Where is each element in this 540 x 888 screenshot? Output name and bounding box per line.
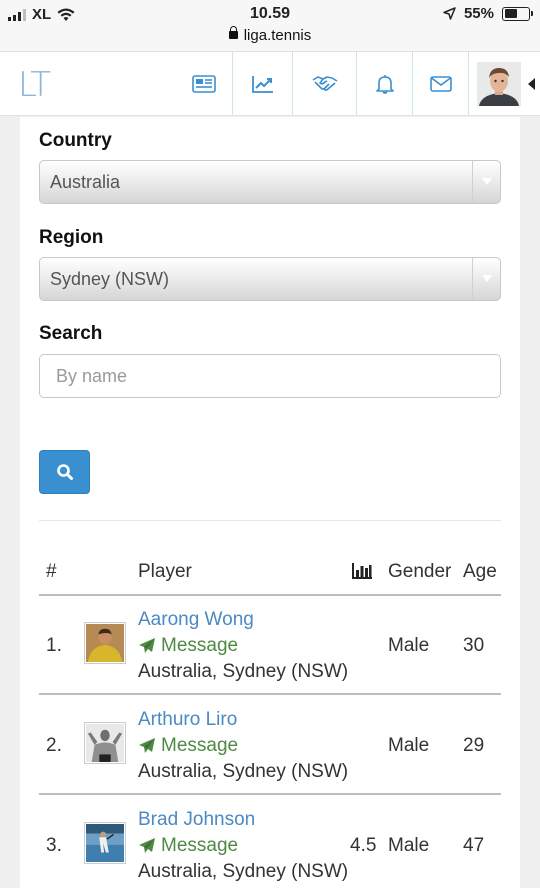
paper-plane-icon — [139, 838, 155, 853]
paper-plane-icon — [139, 738, 155, 753]
gender-cell: Male — [388, 735, 430, 756]
age-cell: 47 — [463, 835, 485, 856]
player-name-link[interactable]: Aarong Wong — [138, 609, 254, 631]
user-menu-button[interactable] — [468, 52, 528, 116]
country-value: Australia — [50, 172, 121, 192]
player-photo[interactable] — [84, 722, 126, 764]
bar-chart-icon — [352, 563, 372, 579]
nav-matches-button[interactable] — [292, 52, 356, 116]
bell-icon — [375, 75, 394, 94]
gender-cell: Male — [388, 835, 430, 856]
message-link[interactable]: Message — [138, 835, 238, 857]
age-cell: 30 — [463, 635, 485, 656]
players-card: Country Australia Region Sydney (NSW) Se… — [20, 117, 520, 888]
url-text: liga.tennis — [243, 27, 312, 44]
region-value: Sydney (NSW) — [50, 269, 170, 289]
divider — [39, 520, 501, 521]
col-player-header[interactable]: Player — [138, 561, 192, 583]
row-divider — [39, 793, 501, 795]
search-input[interactable] — [39, 354, 501, 398]
lock-icon — [228, 26, 238, 39]
nav-messages-button[interactable] — [412, 52, 468, 116]
nav-notifications-button[interactable] — [356, 52, 412, 116]
table-header-line — [39, 594, 501, 596]
message-label: Message — [161, 635, 239, 656]
col-age-header[interactable]: Age — [463, 561, 497, 583]
paper-plane-icon — [139, 638, 155, 653]
row-divider — [39, 693, 501, 695]
message-link[interactable]: Message — [138, 635, 238, 657]
app-nav: LT — [0, 52, 540, 116]
location-text: Australia, Sydney (NSW) — [138, 861, 349, 882]
country-select[interactable]: Australia — [39, 160, 501, 204]
nav-stats-button[interactable] — [232, 52, 292, 116]
logo[interactable]: LT — [18, 65, 51, 105]
caret-left-icon[interactable] — [528, 78, 535, 90]
envelope-icon — [429, 76, 452, 92]
status-right: 55% — [443, 5, 533, 22]
country-label: Country — [39, 130, 112, 151]
chevron-down-icon — [472, 258, 500, 300]
location-arrow-icon — [443, 7, 456, 20]
newspaper-icon — [191, 75, 216, 93]
player-name-link[interactable]: Brad Johnson — [138, 809, 255, 831]
battery-icon — [502, 6, 533, 21]
status-bar: XL 10.59 liga.tennis 55% — [0, 0, 540, 52]
search-button[interactable] — [39, 450, 90, 494]
nav-news-button[interactable] — [175, 52, 232, 116]
col-rating-header[interactable] — [352, 563, 373, 585]
rank-cell: 1. — [46, 635, 62, 656]
player-photo[interactable] — [84, 622, 126, 664]
message-label: Message — [161, 835, 239, 856]
handshake-icon — [312, 76, 337, 91]
gender-cell: Male — [388, 635, 430, 656]
rating-cell: 4.5 — [350, 835, 377, 856]
col-rank-header: # — [46, 561, 57, 582]
chart-line-icon — [251, 76, 273, 93]
search-label: Search — [39, 323, 103, 344]
region-label: Region — [39, 227, 104, 248]
rank-cell: 2. — [46, 735, 62, 756]
location-text: Australia, Sydney (NSW) — [138, 761, 349, 782]
chevron-down-icon — [472, 161, 500, 203]
age-cell: 29 — [463, 735, 485, 756]
region-select[interactable]: Sydney (NSW) — [39, 257, 501, 301]
address-bar[interactable]: liga.tennis — [0, 26, 540, 44]
message-link[interactable]: Message — [138, 735, 238, 757]
player-name-link[interactable]: Arthuro Liro — [138, 709, 237, 731]
avatar — [476, 62, 521, 106]
player-photo[interactable] — [84, 822, 126, 864]
search-icon — [56, 464, 73, 480]
col-gender-header[interactable]: Gender — [388, 561, 451, 583]
message-label: Message — [161, 735, 239, 756]
location-text: Australia, Sydney (NSW) — [138, 661, 349, 682]
battery-percent: 55% — [463, 5, 494, 22]
rank-cell: 3. — [46, 835, 62, 856]
